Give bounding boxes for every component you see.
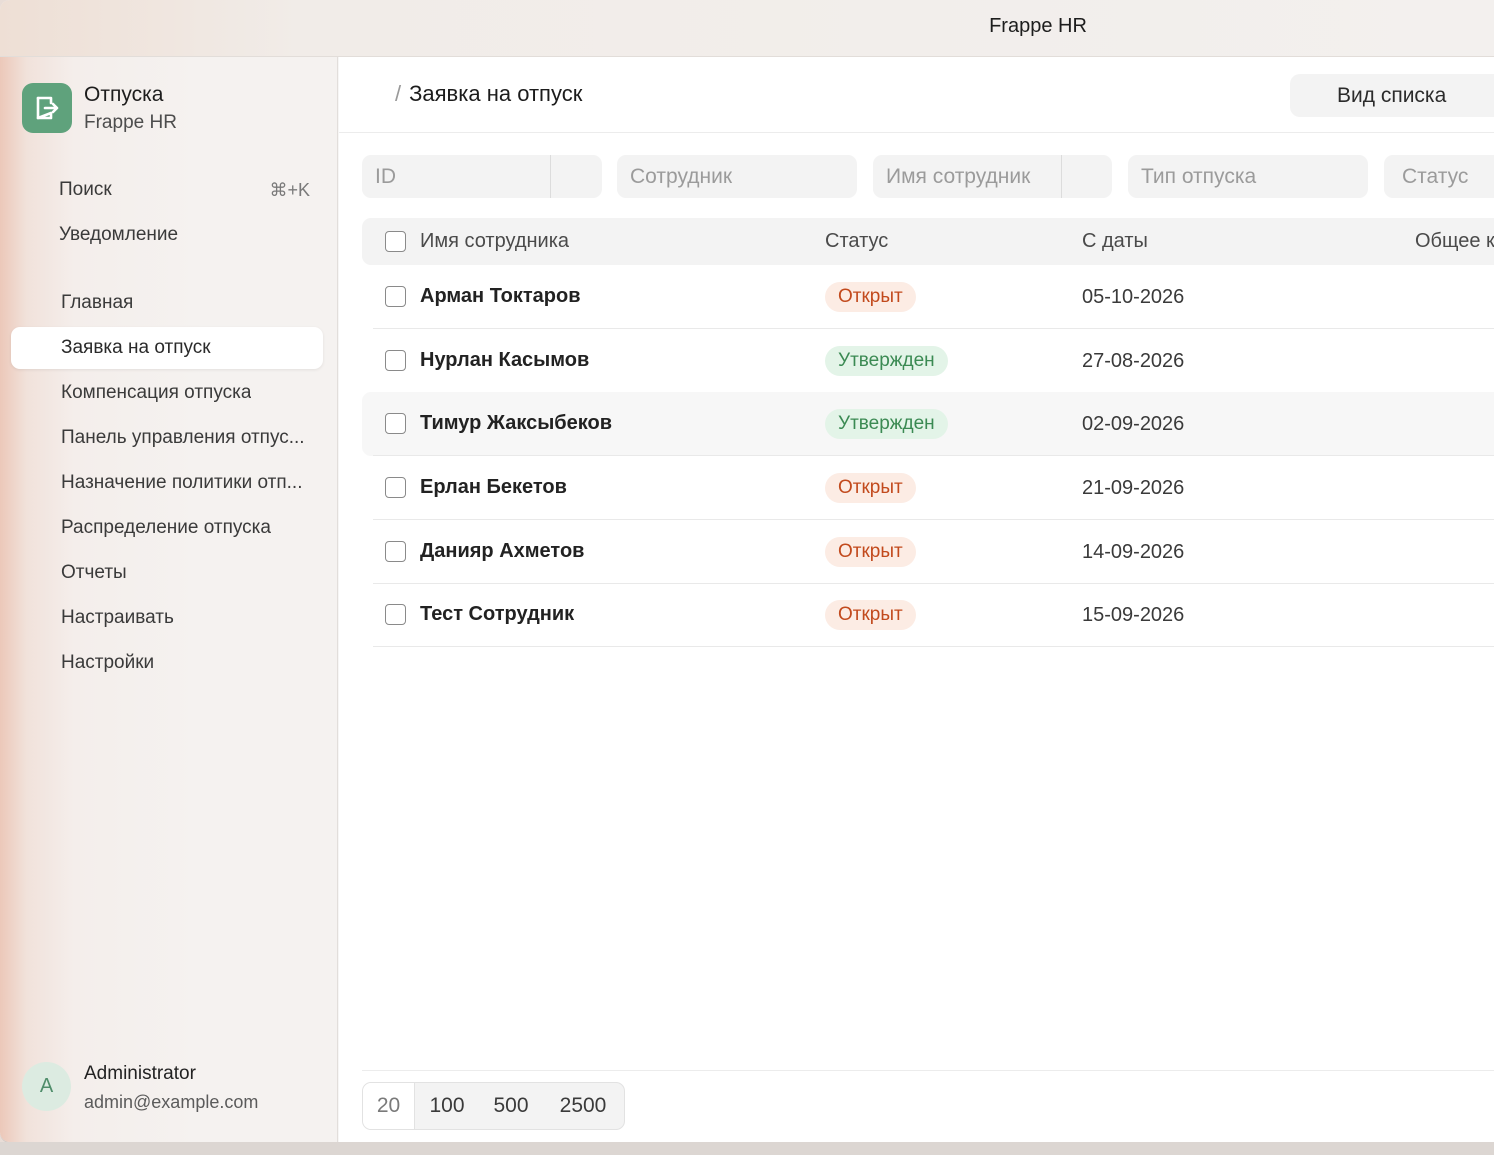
- filter-employee-name[interactable]: Имя сотрудник: [873, 155, 1112, 198]
- employee-name: Нурлан Касымов: [420, 349, 590, 371]
- table-row[interactable]: Данияр Ахметов Открыт 14-09-2026: [362, 520, 1494, 584]
- table-row[interactable]: Арман Токтаров Открыт 05-10-2026: [362, 265, 1494, 329]
- row-checkbox[interactable]: [385, 413, 406, 434]
- row-checkbox[interactable]: [385, 350, 406, 371]
- select-all-checkbox[interactable]: [385, 231, 406, 252]
- filter-leave-type[interactable]: Тип отпуска: [1128, 155, 1368, 198]
- page-title[interactable]: Заявка на отпуск: [409, 81, 582, 106]
- main-content: / Заявка на отпуск Вид списка ID Сотрудни…: [339, 57, 1494, 1142]
- filter-leave-type-placeholder: Тип отпуска: [1141, 165, 1257, 188]
- sidebar-item-compensatory-leave[interactable]: Компенсация отпуска: [11, 372, 323, 414]
- column-header-total[interactable]: Общее к: [1415, 230, 1494, 253]
- app-window: Frappe HR Отпуска Frappe HR Поиск ⌘+K Ув…: [0, 0, 1494, 1142]
- from-date: 15-09-2026: [1082, 604, 1185, 626]
- title-bar: Frappe HR: [0, 0, 1494, 57]
- page-size-500[interactable]: 500: [479, 1083, 543, 1129]
- window-title: Frappe HR: [989, 15, 1087, 37]
- leave-app-icon: [22, 83, 72, 133]
- sidebar-search[interactable]: Поиск ⌘+K: [11, 169, 323, 211]
- sidebar-item-leave-allocation[interactable]: Распределение отпуска: [11, 507, 323, 549]
- footer-divider: [362, 1070, 1494, 1071]
- table-row[interactable]: Тимур Жаксыбеков Утвержден 02-09-2026: [362, 392, 1494, 456]
- sidebar-item-label: Заявка на отпуск: [61, 337, 211, 358]
- filter-id-placeholder: ID: [375, 165, 396, 188]
- sidebar-item-label: Главная: [61, 292, 134, 313]
- filter-employee[interactable]: Сотрудник: [617, 155, 857, 198]
- employee-name: Арман Токтаров: [420, 285, 581, 307]
- sidebar-item-leave-dashboard[interactable]: Панель управления отпус...: [11, 417, 323, 459]
- table-header: Имя сотрудника Статус С даты Общее к: [362, 218, 1494, 265]
- sidebar-item-settings[interactable]: Настройки: [11, 642, 323, 684]
- page-size-20[interactable]: 20: [363, 1083, 415, 1129]
- employee-name: Тест Сотрудник: [420, 603, 575, 625]
- table-row[interactable]: Нурлан Касымов Утвержден 27-08-2026: [362, 329, 1494, 393]
- sidebar-item-label: Настройки: [61, 652, 155, 673]
- row-checkbox[interactable]: [385, 541, 406, 562]
- from-date: 21-09-2026: [1082, 477, 1185, 499]
- employee-name: Тимур Жаксыбеков: [420, 412, 613, 434]
- status-badge: Открыт: [825, 282, 916, 312]
- row-divider: [373, 646, 1494, 647]
- filter-status[interactable]: Статус: [1384, 155, 1494, 198]
- sidebar: Отпуска Frappe HR Поиск ⌘+K Уведомление …: [0, 57, 338, 1142]
- sidebar-item-home[interactable]: Главная: [11, 282, 323, 324]
- breadcrumb-separator: /: [395, 81, 402, 106]
- status-badge: Открыт: [825, 473, 916, 503]
- filter-divider: [550, 155, 551, 198]
- sidebar-item-label: Панель управления отпус...: [61, 427, 305, 448]
- sidebar-item-label: Отчеты: [61, 562, 127, 583]
- avatar: A: [22, 1062, 71, 1111]
- filter-employee-name-placeholder: Имя сотрудник: [886, 165, 1031, 188]
- page-size-100[interactable]: 100: [415, 1083, 479, 1129]
- page-size-2500[interactable]: 2500: [543, 1083, 623, 1129]
- window-bottom-edge: [0, 1142, 1494, 1155]
- column-header-status[interactable]: Статус: [825, 230, 888, 253]
- row-checkbox[interactable]: [385, 604, 406, 625]
- filter-status-placeholder: Статус: [1402, 165, 1469, 188]
- sidebar-item-label: Назначение политики отп...: [61, 472, 303, 493]
- sidebar-item-label: Распределение отпуска: [61, 517, 271, 538]
- employee-name: Ерлан Бекетов: [420, 476, 567, 498]
- status-badge: Открыт: [825, 537, 916, 567]
- page-header: / Заявка на отпуск Вид списка: [339, 57, 1494, 133]
- breadcrumb: / Заявка на отпуск: [395, 81, 582, 107]
- user-name: Administrator: [84, 1063, 196, 1084]
- sidebar-item-leave-policy-assignment[interactable]: Назначение политики отп...: [11, 462, 323, 504]
- from-date: 02-09-2026: [1082, 413, 1185, 435]
- sidebar-item-label: Настраивать: [61, 607, 174, 628]
- view-switcher-button[interactable]: Вид списка: [1290, 74, 1494, 117]
- table-row[interactable]: Ерлан Бекетов Открыт 21-09-2026: [362, 456, 1494, 520]
- from-date: 14-09-2026: [1082, 541, 1185, 563]
- sidebar-notifications-label: Уведомление: [59, 224, 179, 245]
- employee-name: Данияр Ахметов: [420, 540, 585, 562]
- status-badge: Утвержден: [825, 346, 948, 376]
- search-shortcut: ⌘+K: [269, 180, 310, 200]
- app-subtitle: Frappe HR: [84, 112, 177, 133]
- sidebar-item-reports[interactable]: Отчеты: [11, 552, 323, 594]
- table-row[interactable]: Тест Сотрудник Открыт 15-09-2026: [362, 583, 1494, 647]
- status-badge: Утвержден: [825, 409, 948, 439]
- from-date: 27-08-2026: [1082, 350, 1185, 372]
- sidebar-notifications[interactable]: Уведомление: [11, 214, 323, 256]
- sidebar-item-label: Компенсация отпуска: [61, 382, 252, 403]
- app-name: Отпуска: [84, 83, 164, 106]
- sidebar-item-leave-application[interactable]: Заявка на отпуск: [11, 327, 323, 369]
- row-checkbox[interactable]: [385, 286, 406, 307]
- column-header-from-date[interactable]: С даты: [1082, 230, 1148, 253]
- from-date: 05-10-2026: [1082, 286, 1185, 308]
- filter-divider: [1061, 155, 1062, 198]
- sidebar-item-customize[interactable]: Настраивать: [11, 597, 323, 639]
- filter-employee-placeholder: Сотрудник: [630, 165, 733, 188]
- status-badge: Открыт: [825, 600, 916, 630]
- row-checkbox[interactable]: [385, 477, 406, 498]
- page-size-selector: 20 100 500 2500: [362, 1082, 625, 1130]
- filter-id[interactable]: ID: [362, 155, 602, 198]
- user-email: admin@example.com: [84, 1092, 259, 1112]
- column-header-name[interactable]: Имя сотрудника: [420, 230, 569, 253]
- sidebar-search-label: Поиск: [59, 179, 112, 200]
